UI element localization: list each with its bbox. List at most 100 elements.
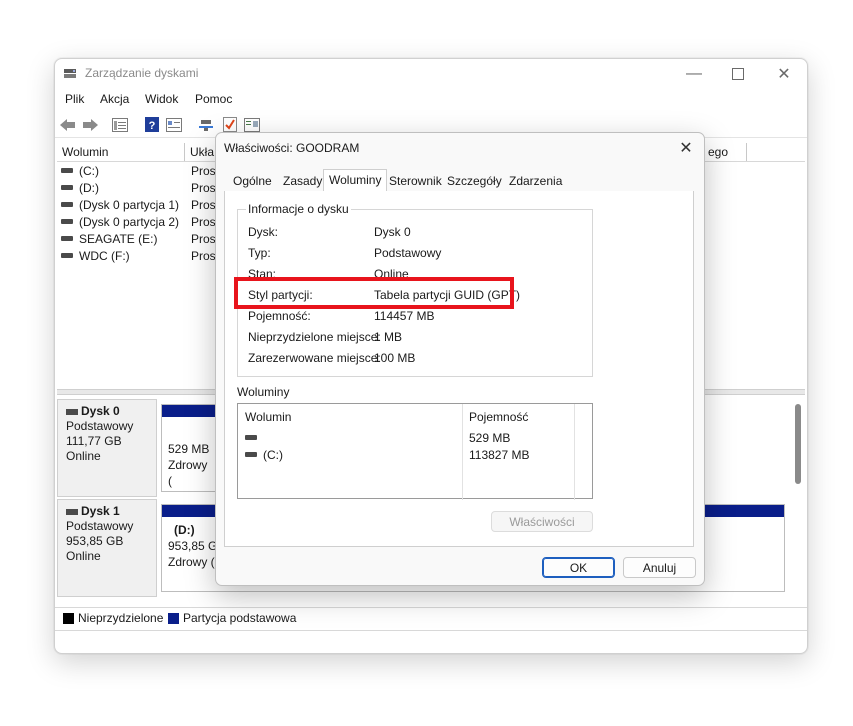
drive-icon xyxy=(245,452,257,458)
volume-name: (C:) xyxy=(263,448,283,462)
menu-pomoc[interactable]: Pomoc xyxy=(195,92,232,106)
disk-status: Online xyxy=(66,449,101,463)
column-volume[interactable]: Wolumin xyxy=(57,143,185,161)
disk-icon xyxy=(66,408,78,415)
disk-0-partition[interactable]: 529 MB Zdrowy ( xyxy=(161,404,217,492)
info-disk-key: Dysk: xyxy=(248,225,278,239)
partition-style-highlight xyxy=(234,277,514,309)
column-layout[interactable]: Ukła xyxy=(185,143,219,161)
forward-button[interactable] xyxy=(81,116,99,133)
volumes-label: Woluminy xyxy=(237,385,290,399)
minimize-button[interactable]: — xyxy=(671,59,717,89)
check-button[interactable] xyxy=(221,116,239,133)
minimize-icon: — xyxy=(686,65,702,82)
disk-size: 111,77 GB xyxy=(66,434,122,448)
partition-status: Zdrowy ( xyxy=(168,458,208,488)
back-button[interactable] xyxy=(59,116,77,133)
checklist-icon xyxy=(223,117,237,132)
volume-layout: Pros xyxy=(191,181,216,195)
disk-1-label[interactable]: Dysk 1 Podstawowy 953,85 GB Online xyxy=(57,499,157,597)
volume-row[interactable]: WDC (F:) xyxy=(61,248,130,265)
volume-properties-button[interactable]: Właściwości xyxy=(491,511,593,532)
group-title: Informacje o dysku xyxy=(246,202,351,216)
volume-layout: Pros xyxy=(191,249,216,263)
legend-unallocated: Nieprzydzielone xyxy=(78,611,164,625)
tab-strip: Ogólne Zasady Woluminy Sterownik Szczegó… xyxy=(224,169,694,192)
properties-dialog: Właściwości: GOODRAM ✕ Ogólne Zasady Wol… xyxy=(215,132,705,586)
volume-row[interactable]: (C:) xyxy=(61,163,99,180)
volume-capacity: 529 MB xyxy=(469,431,511,445)
info-capacity-key: Pojemność: xyxy=(248,309,311,323)
menu-bar: Plik Akcja Widok Pomoc xyxy=(55,89,807,111)
volume-header[interactable]: Wolumin xyxy=(245,410,291,424)
vertical-scrollbar[interactable] xyxy=(795,404,801,484)
volume-layout: Pros xyxy=(191,198,216,212)
volume-table-row[interactable]: (C:) xyxy=(245,448,283,462)
back-arrow-icon xyxy=(60,118,75,131)
volume-table-row[interactable] xyxy=(245,431,263,445)
tab-policies[interactable]: Zasady xyxy=(278,171,327,191)
volume-row[interactable]: (D:) xyxy=(61,180,99,197)
tab-volumes[interactable]: Woluminy xyxy=(323,169,388,192)
volume-name: SEAGATE (E:) xyxy=(79,232,158,246)
primary-partition-swatch xyxy=(168,613,179,624)
volume-layout: Pros xyxy=(191,232,216,246)
close-icon: ✕ xyxy=(679,140,693,157)
info-disk-value: Dysk 0 xyxy=(374,225,411,239)
disk-status: Online xyxy=(66,549,101,563)
disk-icon xyxy=(199,119,213,131)
partition-bar xyxy=(162,405,216,417)
tab-events[interactable]: Zdarzenia xyxy=(504,171,567,191)
disk-name: Dysk 0 xyxy=(81,404,120,418)
volume-row[interactable]: (Dysk 0 partycja 2) xyxy=(61,214,179,231)
ok-button[interactable]: OK xyxy=(542,557,615,578)
volume-name: (D:) xyxy=(79,181,99,195)
volume-name: WDC (F:) xyxy=(79,249,130,263)
close-button[interactable]: ✕ xyxy=(761,59,807,89)
info-capacity-value: 114457 MB xyxy=(374,309,435,323)
volume-row[interactable]: SEAGATE (E:) xyxy=(61,231,157,248)
disk-type: Podstawowy xyxy=(66,519,134,533)
dialog-icon xyxy=(244,117,260,132)
help-icon: ? xyxy=(145,117,159,132)
maximize-icon xyxy=(732,68,744,80)
volumes-tab-pane: Informacje o dysku Dysk: Dysk 0 Typ: Pod… xyxy=(224,191,694,547)
info-type-key: Typ: xyxy=(248,246,271,260)
volume-name: (C:) xyxy=(79,164,99,178)
properties-icon xyxy=(166,117,182,132)
tab-driver[interactable]: Sterownik xyxy=(384,171,447,191)
dialog-close-button[interactable]: ✕ xyxy=(674,137,698,159)
disk-0-label[interactable]: Dysk 0 Podstawowy 111,77 GB Online xyxy=(57,399,157,497)
disk-name: Dysk 1 xyxy=(81,504,120,518)
volume-layout: Pros xyxy=(191,164,216,178)
menu-plik[interactable]: Plik xyxy=(65,92,84,106)
settings-view-button[interactable] xyxy=(243,116,261,133)
drive-icon xyxy=(61,185,73,191)
volume-name-column: Wolumin (C:) xyxy=(238,404,463,500)
info-type-value: Podstawowy xyxy=(374,246,442,260)
info-unallocated-key: Nieprzydzielone miejsce: xyxy=(248,330,381,344)
tab-details[interactable]: Szczegóły xyxy=(442,171,507,191)
tab-general[interactable]: Ogólne xyxy=(228,171,277,191)
drive-icon xyxy=(61,168,73,174)
volume-name: (Dysk 0 partycja 1) xyxy=(79,198,180,212)
status-bar xyxy=(55,630,807,653)
volume-layout: Pros xyxy=(191,215,216,229)
app-icon xyxy=(63,67,77,79)
svg-text:?: ? xyxy=(149,120,156,132)
maximize-button[interactable] xyxy=(715,59,761,89)
properties-view-button[interactable] xyxy=(165,116,183,133)
drive-icon xyxy=(61,253,73,259)
window-title: Zarządzanie dyskami xyxy=(85,66,199,80)
console-tree-button[interactable] xyxy=(111,116,129,133)
menu-widok[interactable]: Widok xyxy=(145,92,178,106)
volume-table: Wolumin (C:) Pojemność 529 MB 113827 MB xyxy=(237,403,593,500)
menu-akcja[interactable]: Akcja xyxy=(100,92,129,106)
volume-row[interactable]: (Dysk 0 partycja 1) xyxy=(61,197,179,214)
cancel-button[interactable]: Anuluj xyxy=(623,557,696,578)
legend: Nieprzydzielone Partycja podstawowa xyxy=(55,607,807,630)
connect-button[interactable] xyxy=(197,116,215,133)
capacity-header[interactable]: Pojemność xyxy=(469,410,528,424)
column-percent-free[interactable]: ego xyxy=(703,143,747,161)
help-button[interactable]: ? xyxy=(143,116,161,133)
